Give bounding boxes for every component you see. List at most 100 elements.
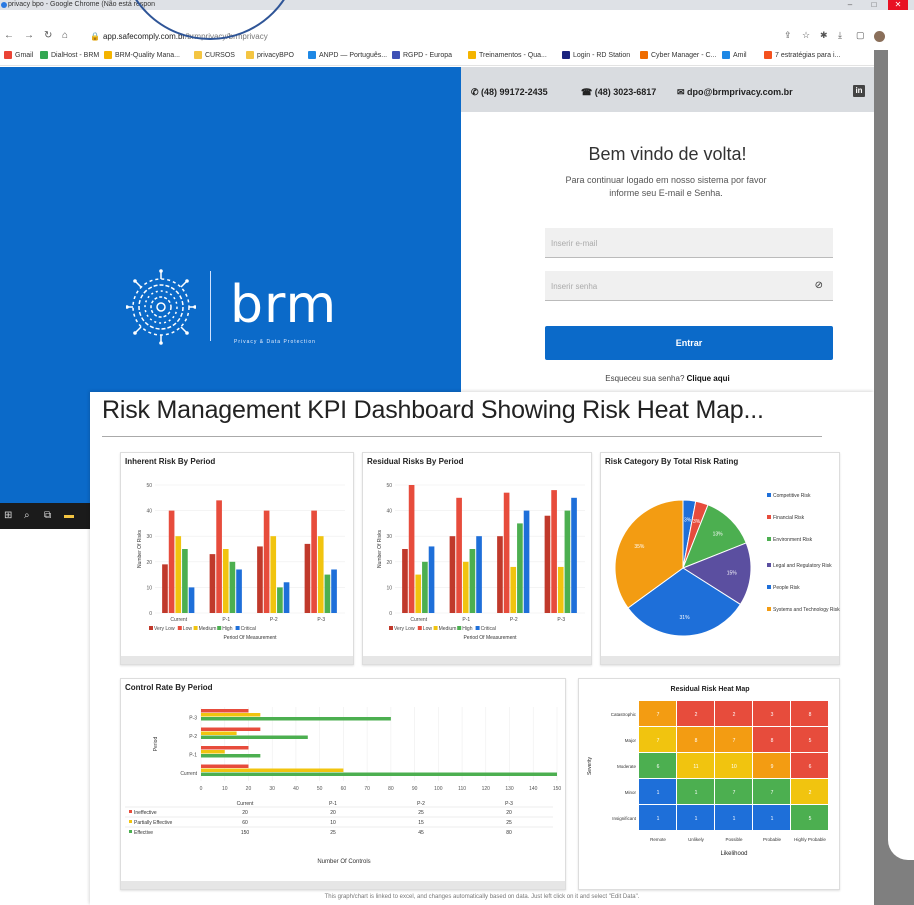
bookmark-item[interactable]: ANPD — Português... [308, 51, 387, 59]
bar [201, 713, 261, 717]
bookmark-item[interactable]: BRM-Quality Mana... [104, 51, 180, 59]
x-tick-label: P-3 [557, 617, 565, 623]
legend-label: Critical [481, 626, 496, 632]
extensions-icon[interactable]: ✱ [820, 30, 828, 41]
table-header: P-3 [505, 801, 513, 807]
bar [571, 497, 577, 613]
dashboard-title: Risk Management KPI Dashboard Showing Ri… [102, 396, 764, 424]
password-field[interactable]: Inserir senha ⊘ [545, 271, 833, 301]
bookmark-item[interactable]: DialHost - BRM [40, 51, 99, 59]
heatmap-cell-value: 1 [771, 816, 774, 822]
eye-slash-icon[interactable]: ⊘ [815, 280, 823, 291]
whatsapp-contact[interactable]: ✆ (48) 99172-2435 [471, 87, 548, 98]
bar [510, 566, 517, 613]
windows-start-icon[interactable]: ⊞ [4, 510, 12, 521]
table-row-label: Effective [134, 830, 153, 836]
bookmark-icon [194, 51, 202, 59]
phone-contact[interactable]: ☎ (48) 3023-6817 [581, 87, 656, 98]
residual-risks-panel: Residual Risks By Period 0 10 20 30 40 50 Numb… [362, 452, 592, 665]
linkedin-icon[interactable]: in [853, 85, 865, 97]
bar [497, 536, 503, 613]
bar [201, 764, 249, 768]
close-button[interactable]: ✕ [888, 0, 908, 10]
bookmark-item[interactable]: RGPD - Europa [392, 51, 452, 59]
x-tick-label: 0 [200, 786, 203, 792]
bookmark-item[interactable]: Gmail [4, 51, 33, 59]
legend-swatch [767, 515, 771, 519]
login-form: Bem vindo de volta! Para continuar logad… [461, 112, 874, 392]
pie-slice-label: 13% [713, 531, 724, 537]
x-tick-label: P-3 [317, 617, 325, 623]
y-tick-label: Minor [625, 790, 637, 795]
login-button[interactable]: Entrar [545, 326, 833, 360]
heatmap-cell-value: 7 [657, 712, 660, 718]
search-icon[interactable]: ⌕ [24, 510, 30, 521]
bar [182, 549, 188, 613]
overlay-card [888, 24, 914, 860]
email-field[interactable]: Inserir e-mail [545, 228, 833, 258]
download-icon[interactable]: ⤓ [838, 30, 842, 41]
file-explorer-icon[interactable]: ▬ [64, 510, 74, 521]
bar [277, 587, 283, 613]
bar [201, 768, 344, 772]
bookmark-icon [562, 51, 570, 59]
table-cell: 25 [418, 810, 424, 816]
window-title: privacy bpo - Google Chrome (Não está re… [8, 1, 156, 8]
legend-swatch [417, 626, 422, 630]
minimize-button[interactable]: – [840, 0, 860, 10]
bookmark-item[interactable]: Amil [722, 51, 747, 59]
table-cell: 60 [242, 820, 248, 826]
email-contact[interactable]: ✉ dpo@brmprivacy.com.br [677, 87, 793, 98]
x-tick-label: 140 [529, 786, 538, 792]
x-tick-label: 20 [246, 786, 252, 792]
table-cell: 25 [506, 820, 512, 826]
heatmap-cell-value: 1 [733, 816, 736, 822]
bar [257, 546, 263, 613]
x-tick-label: Current [170, 617, 187, 623]
whatsapp-number: (48) 99172-2435 [481, 87, 548, 97]
reload-icon[interactable]: ↻ [44, 30, 52, 41]
bookmark-item[interactable]: Treinamentos - Qua... [468, 51, 547, 59]
bar [311, 510, 317, 613]
legend-label: Low [183, 626, 193, 632]
bookmark-item[interactable]: privacyBPO [246, 51, 294, 59]
bar [551, 490, 557, 613]
bar [162, 564, 168, 613]
y-tick-label: 20 [386, 560, 392, 566]
y-tick-label: 30 [386, 534, 392, 540]
table-cell: 45 [418, 830, 424, 836]
forgot-link[interactable]: Clique aqui [687, 374, 730, 383]
y-tick-label: 10 [386, 585, 392, 591]
back-icon[interactable]: ← [4, 30, 14, 41]
bar [422, 561, 428, 613]
bookmark-item[interactable]: Cyber Manager - C... [640, 51, 716, 59]
forward-icon[interactable]: → [24, 30, 34, 41]
bar [402, 549, 408, 613]
x-tick-label: 100 [434, 786, 443, 792]
sidepanel-icon[interactable]: ▢ [856, 30, 865, 41]
mail-icon: ✉ [677, 87, 688, 97]
pie-slice-label: 31% [680, 615, 691, 621]
bar [216, 500, 222, 613]
bookmark-icon [40, 51, 48, 59]
bookmark-label: Gmail [15, 51, 34, 59]
bookmark-item[interactable]: CURSOS [194, 51, 235, 59]
maximize-button[interactable]: □ [864, 0, 884, 10]
task-view-icon[interactable]: ⧉ [44, 510, 51, 521]
share-icon[interactable]: ⇪ [784, 30, 792, 41]
table-cell: 10 [330, 820, 336, 826]
y-axis-label: Number Of Risks [137, 529, 143, 568]
bookmark-item[interactable]: Login - RD Station [562, 51, 630, 59]
home-icon[interactable]: ⌂ [62, 30, 68, 41]
y-tick-label: Moderate [617, 764, 637, 769]
welcome-heading: Bem vindo de volta! [588, 144, 747, 164]
y-tick-label: Insignificant [612, 816, 637, 821]
x-axis-label: Number Of Controls [317, 859, 370, 865]
legend-label: Very Low [154, 626, 175, 632]
heatmap-cell-value: 1 [657, 816, 660, 822]
legend-label: Medium [439, 626, 457, 632]
bookmarks-bar: Gmail DialHost - BRM BRM-Quality Mana... CU… [0, 46, 914, 66]
bookmark-item[interactable]: 7 estratégias para i... [764, 51, 840, 59]
profile-avatar[interactable] [874, 31, 885, 42]
star-icon[interactable]: ☆ [802, 30, 810, 41]
